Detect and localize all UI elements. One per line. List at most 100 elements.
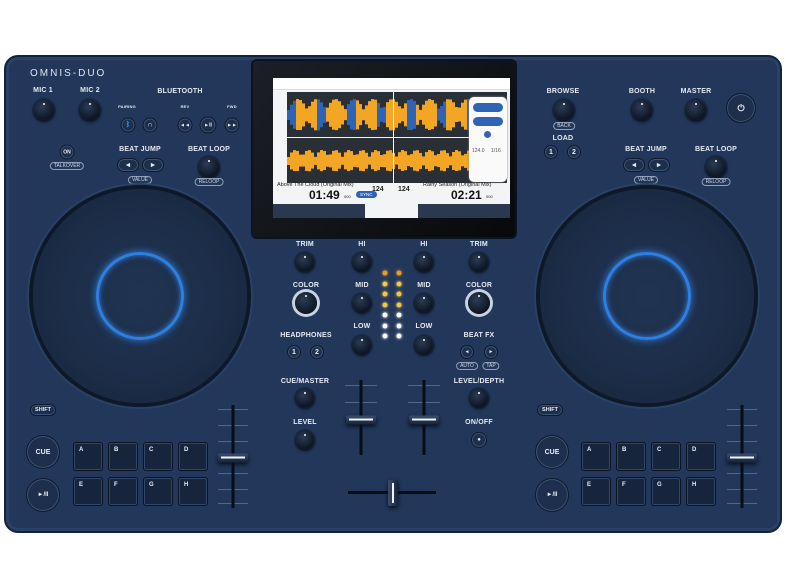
left-pad-d[interactable]: D	[178, 442, 208, 471]
cue-master-knob[interactable]	[296, 389, 314, 407]
right-jog-wheel[interactable]	[540, 189, 754, 403]
beat-loop-knob[interactable]	[199, 157, 219, 177]
channel-2-fader[interactable]	[409, 415, 439, 425]
forward-button[interactable]: ►►	[224, 117, 240, 133]
right-pad-h[interactable]: H	[686, 477, 716, 506]
cue-master-label: CUE/MASTER	[280, 378, 330, 385]
left-pad-c[interactable]: C	[143, 442, 173, 471]
left-play-pause-button[interactable]: ►/II	[26, 478, 60, 512]
crossfader[interactable]	[388, 480, 398, 506]
low-knob-2[interactable]	[415, 336, 433, 354]
bt-play-pause-button[interactable]: ►II	[199, 116, 217, 134]
deck1-overview[interactable]	[273, 204, 365, 218]
playhead	[393, 92, 394, 183]
trim-knob-2[interactable]	[470, 253, 488, 271]
deck2-overview[interactable]	[418, 204, 510, 218]
arrow-right-icon: ►	[655, 161, 663, 169]
right-pad-c[interactable]: C	[651, 442, 681, 471]
deck2-bpm: 124	[398, 186, 410, 193]
level-depth-knob[interactable]	[470, 389, 488, 407]
beat-loop-knob-2[interactable]	[706, 157, 726, 177]
headphone-button[interactable]: ∩	[142, 117, 158, 133]
vu-led	[382, 270, 388, 276]
talkover-on-button[interactable]: ON	[59, 144, 75, 160]
master-label: MASTER	[680, 88, 712, 95]
headphone-cue-1-button[interactable]: 1	[287, 345, 301, 359]
tap-label: TAP	[482, 362, 500, 370]
mic2-knob[interactable]	[80, 100, 100, 120]
headphones-label: HEADPHONES	[280, 332, 332, 339]
trim-label-1: TRIM	[296, 241, 314, 248]
color-knob-2[interactable]	[468, 292, 490, 314]
mid-knob-1[interactable]	[353, 294, 371, 312]
beat-jump-label: BEAT JUMP	[119, 146, 161, 153]
left-cue-button[interactable]: CUE	[26, 435, 60, 469]
fx-button-2[interactable]	[473, 117, 503, 126]
level-depth-label: LEVEL/DEPTH	[453, 378, 505, 385]
deck2-time: 02:21	[451, 188, 482, 202]
load-1-button[interactable]: 1	[544, 145, 558, 159]
left-jog-wheel[interactable]	[33, 189, 247, 403]
beat-jump-forward-button-2[interactable]: ►	[648, 158, 670, 172]
right-pitch-fader[interactable]	[727, 453, 757, 463]
left-pad-f[interactable]: F	[108, 477, 138, 506]
fx-slider-handle[interactable]	[484, 131, 491, 138]
fx-button-1[interactable]	[473, 103, 503, 112]
beat-fx-left-button[interactable]: ◄	[460, 345, 474, 359]
back-label: BACK	[553, 122, 575, 130]
vu-led	[382, 291, 388, 297]
fwd-label: FWD	[227, 104, 237, 109]
left-shift-button[interactable]: SHIFT	[30, 404, 56, 416]
right-pad-f[interactable]: F	[616, 477, 646, 506]
left-pad-b[interactable]: B	[108, 442, 138, 471]
right-pad-d[interactable]: D	[686, 442, 716, 471]
left-pad-g[interactable]: G	[143, 477, 173, 506]
hi-knob-2[interactable]	[415, 253, 433, 271]
mid-knob-2[interactable]	[415, 294, 433, 312]
browse-knob[interactable]	[554, 100, 574, 120]
low-knob-1[interactable]	[353, 336, 371, 354]
mic2-label: MIC 2	[80, 87, 100, 94]
mic1-knob[interactable]	[34, 100, 54, 120]
left-pad-a[interactable]: A	[73, 442, 103, 471]
rewind-button[interactable]: ◄◄	[177, 117, 193, 133]
trim-knob-1[interactable]	[296, 253, 314, 271]
right-shift-button[interactable]: SHIFT	[537, 404, 563, 416]
low-label-1: LOW	[353, 323, 371, 330]
left-pad-e[interactable]: E	[73, 477, 103, 506]
color-label-2: COLOR	[465, 282, 493, 289]
left-pitch-fader[interactable]	[218, 453, 248, 463]
vu-led	[396, 323, 402, 328]
right-pad-b[interactable]: B	[616, 442, 646, 471]
load-2-button[interactable]: 2	[567, 145, 581, 159]
hi-knob-1[interactable]	[353, 253, 371, 271]
power-icon: ⏻	[737, 102, 745, 113]
hi-label-1: HI	[358, 241, 366, 248]
rewind-icon: ◄◄	[180, 122, 190, 128]
beat-fx-right-button[interactable]: ►	[484, 345, 498, 359]
beat-jump-forward-button[interactable]: ►	[142, 158, 164, 172]
left-pad-h[interactable]: H	[178, 477, 208, 506]
beat-jump-back-button-2[interactable]: ◄	[623, 158, 645, 172]
right-pad-g[interactable]: G	[651, 477, 681, 506]
booth-knob[interactable]	[632, 100, 652, 120]
power-button[interactable]: ⏻	[726, 93, 756, 123]
right-cue-button[interactable]: CUE	[535, 435, 569, 469]
bluetooth-pair-button[interactable]: ᛒ	[120, 117, 136, 133]
arrow-left-icon: ◄	[464, 349, 470, 355]
right-pad-e[interactable]: E	[581, 477, 611, 506]
vu-led	[382, 302, 388, 307]
vu-led	[396, 291, 402, 297]
channel-1-fader[interactable]	[346, 415, 376, 425]
right-pad-a[interactable]: A	[581, 442, 611, 471]
headphone-level-knob[interactable]	[296, 431, 314, 449]
right-play-pause-button[interactable]: ►/II	[535, 478, 569, 512]
master-knob[interactable]	[686, 100, 706, 120]
fx-on-off-button[interactable]: ●	[471, 432, 487, 448]
headphone-cue-2-button[interactable]: 2	[310, 345, 324, 359]
crossfader-line	[392, 483, 394, 503]
beat-jump-back-button[interactable]: ◄	[117, 158, 139, 172]
color-knob-1[interactable]	[295, 292, 317, 314]
bluetooth-icon: ᛒ	[125, 121, 131, 129]
beat-loop-label-2: BEAT LOOP	[694, 146, 738, 153]
